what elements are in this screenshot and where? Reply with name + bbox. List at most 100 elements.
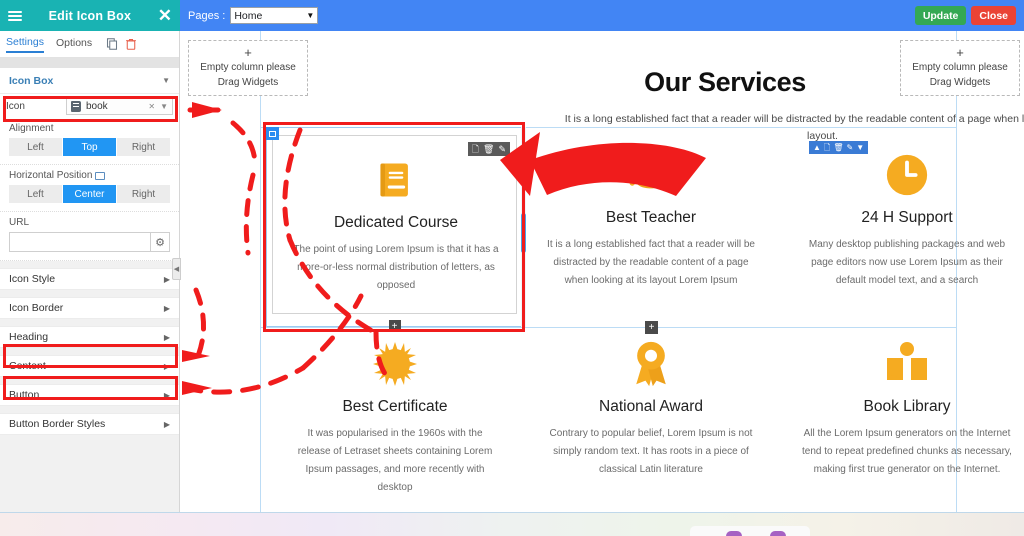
alignment-option-top[interactable]: Top: [63, 138, 117, 156]
edit-pencil-icon[interactable]: ✎: [847, 143, 854, 152]
gear-icon[interactable]: ⚙: [150, 233, 169, 251]
card-title: 24 H Support: [861, 209, 953, 226]
chevron-right-icon: ▶: [163, 303, 170, 313]
caret-up-icon[interactable]: ▲: [813, 143, 821, 152]
card-title: National Award: [599, 398, 703, 415]
plus-handle-icon[interactable]: +: [388, 320, 401, 332]
close-icon[interactable]: ✕: [158, 7, 172, 24]
tab-settings[interactable]: Settings: [6, 36, 44, 53]
page-canvas: + Empty column please Drag Widgets + Emp…: [180, 31, 1024, 512]
tab-options[interactable]: Options: [56, 37, 92, 52]
service-card-24h-support[interactable]: 24 H Support Many desktop publishing pac…: [798, 147, 1016, 290]
desktop-monitor-icon[interactable]: [95, 171, 106, 180]
hpos-option-left[interactable]: Left: [9, 185, 63, 203]
plus-icon: +: [244, 44, 252, 60]
edit-pencil-icon[interactable]: ✎: [498, 144, 506, 154]
hamburger-menu-icon[interactable]: [8, 10, 22, 21]
dock-indicator: [726, 531, 742, 536]
icon-select-value: book: [86, 100, 108, 112]
sidebar-band-top: [0, 58, 179, 68]
horizontal-position-label: Horizontal Position: [9, 170, 93, 181]
card-text: The point of using Lorem Ipsum is that i…: [293, 244, 499, 291]
horizontal-position-label-wrap: Horizontal Position: [9, 170, 170, 181]
chevron-down-icon[interactable]: ▼: [160, 102, 168, 111]
accordion-label: Button: [9, 389, 40, 401]
trash-icon[interactable]: 🗑: [833, 143, 843, 152]
url-group: URL ⚙: [0, 212, 179, 261]
update-button[interactable]: Update: [914, 6, 967, 25]
chevron-right-icon: ▶: [163, 361, 170, 371]
panel-header: Edit Icon Box ✕: [0, 0, 180, 31]
service-card-national-award[interactable]: National Award Contrary to popular belie…: [542, 336, 760, 479]
card-text: All the Lorem Ipsum generators on the In…: [802, 428, 1012, 475]
hpos-option-right[interactable]: Right: [117, 185, 170, 203]
icon-field-row: Icon book ✕ ▼: [0, 94, 179, 118]
hero-title: Our Services: [644, 67, 806, 97]
selected-widget-frame[interactable]: 🗋 🗑 ✎ Dedicated Course The point of usin…: [266, 127, 523, 332]
app-root: Edit Icon Box ✕ Pages : Home ▼ Update Cl…: [0, 0, 1024, 536]
service-card-book-library[interactable]: Book Library All the Lorem Ipsum generat…: [798, 336, 1016, 479]
card-title: Best Teacher: [605, 209, 697, 226]
widget-type-label: Icon Box: [9, 74, 54, 87]
chevron-down-icon: ▼: [306, 11, 315, 20]
url-input[interactable]: [10, 233, 150, 251]
pages-select[interactable]: Home ▼: [230, 7, 319, 24]
desktop-taskbar: [0, 512, 1024, 536]
horizontal-position-segmented-control: Left Center Right: [9, 185, 170, 203]
copy-icon[interactable]: [106, 38, 118, 50]
accordion-label: Content: [9, 360, 46, 372]
service-card-best-teacher[interactable]: Best Teacher It is a long established fa…: [542, 147, 760, 290]
columns-icon[interactable]: [266, 127, 279, 140]
caret-down-icon[interactable]: ▼: [856, 143, 864, 152]
accordion-icon-style[interactable]: Icon Style ▶: [0, 268, 179, 290]
chevron-down-icon: ▼: [162, 76, 170, 85]
close-button[interactable]: Close: [971, 6, 1016, 25]
alignment-option-left[interactable]: Left: [9, 138, 63, 156]
collapse-left-icon[interactable]: ◀: [172, 258, 181, 280]
duplicate-icon[interactable]: 🗋: [824, 143, 830, 152]
trash-icon[interactable]: 🗑: [483, 144, 494, 154]
row-guide: [260, 327, 956, 328]
card-text: It was popularised in the 1960s with the…: [297, 428, 493, 493]
empty-column-line2: Drag Widgets: [929, 76, 991, 88]
scrollbar-thumb[interactable]: [521, 213, 526, 253]
empty-column-line1: Empty column please: [912, 61, 1008, 73]
widget-type-row[interactable]: Icon Box ▼: [0, 68, 179, 94]
url-input-wrap: ⚙: [9, 232, 170, 252]
empty-column-right[interactable]: + Empty column please Drag Widgets: [900, 40, 1020, 96]
book-icon: [71, 100, 81, 112]
icon-select[interactable]: book ✕ ▼: [66, 97, 173, 115]
accordion-button[interactable]: Button ▶: [0, 384, 179, 406]
pages-select-value: Home: [234, 9, 263, 22]
widget-toolbar: 🗋 🗑 ✎: [467, 142, 510, 156]
alignment-group: Alignment Left Top Right: [0, 118, 179, 165]
alignment-option-right[interactable]: Right: [117, 138, 170, 156]
graduation-cap-icon: [542, 147, 760, 203]
hpos-option-center[interactable]: Center: [63, 185, 117, 203]
pages-label: Pages :: [188, 9, 226, 22]
accordion-content[interactable]: Content ▶: [0, 355, 179, 377]
service-card-best-certificate[interactable]: Best Certificate It was popularised in t…: [286, 336, 504, 497]
plus-icon: +: [956, 44, 964, 60]
clear-x-icon[interactable]: ✕: [148, 102, 155, 111]
accordion-button-border-styles[interactable]: Button Border Styles ▶: [0, 413, 179, 435]
widget-scrollbar[interactable]: [521, 127, 526, 327]
accordion-icon-border[interactable]: Icon Border ▶: [0, 297, 179, 319]
accordion-label: Button Border Styles: [9, 418, 106, 430]
accordion-heading[interactable]: Heading ▶: [0, 326, 179, 348]
duplicate-icon[interactable]: 🗋: [472, 144, 479, 154]
card-text: Many desktop publishing packages and web…: [808, 239, 1006, 286]
section-toolbar: ▲ 🗋 🗑 ✎ ▼: [809, 141, 869, 154]
hero-subtitle: It is a long established fact that a rea…: [564, 113, 1024, 142]
widget-inner: 🗋 🗑 ✎ Dedicated Course The point of usin…: [272, 135, 517, 314]
accordion-label: Icon Border: [9, 302, 64, 314]
icon-select-controls: ✕ ▼: [148, 102, 168, 111]
empty-column-left[interactable]: + Empty column please Drag Widgets: [188, 40, 308, 96]
dock-indicator: [770, 531, 786, 536]
alignment-segmented-control: Left Top Right: [9, 138, 170, 156]
service-card-dedicated-course[interactable]: Dedicated Course The point of using Lore…: [287, 152, 505, 295]
card-title: Book Library: [863, 398, 951, 415]
card-text: It is a long established fact that a rea…: [547, 239, 755, 286]
trash-icon[interactable]: [125, 38, 137, 50]
plus-handle-icon[interactable]: +: [645, 321, 658, 334]
